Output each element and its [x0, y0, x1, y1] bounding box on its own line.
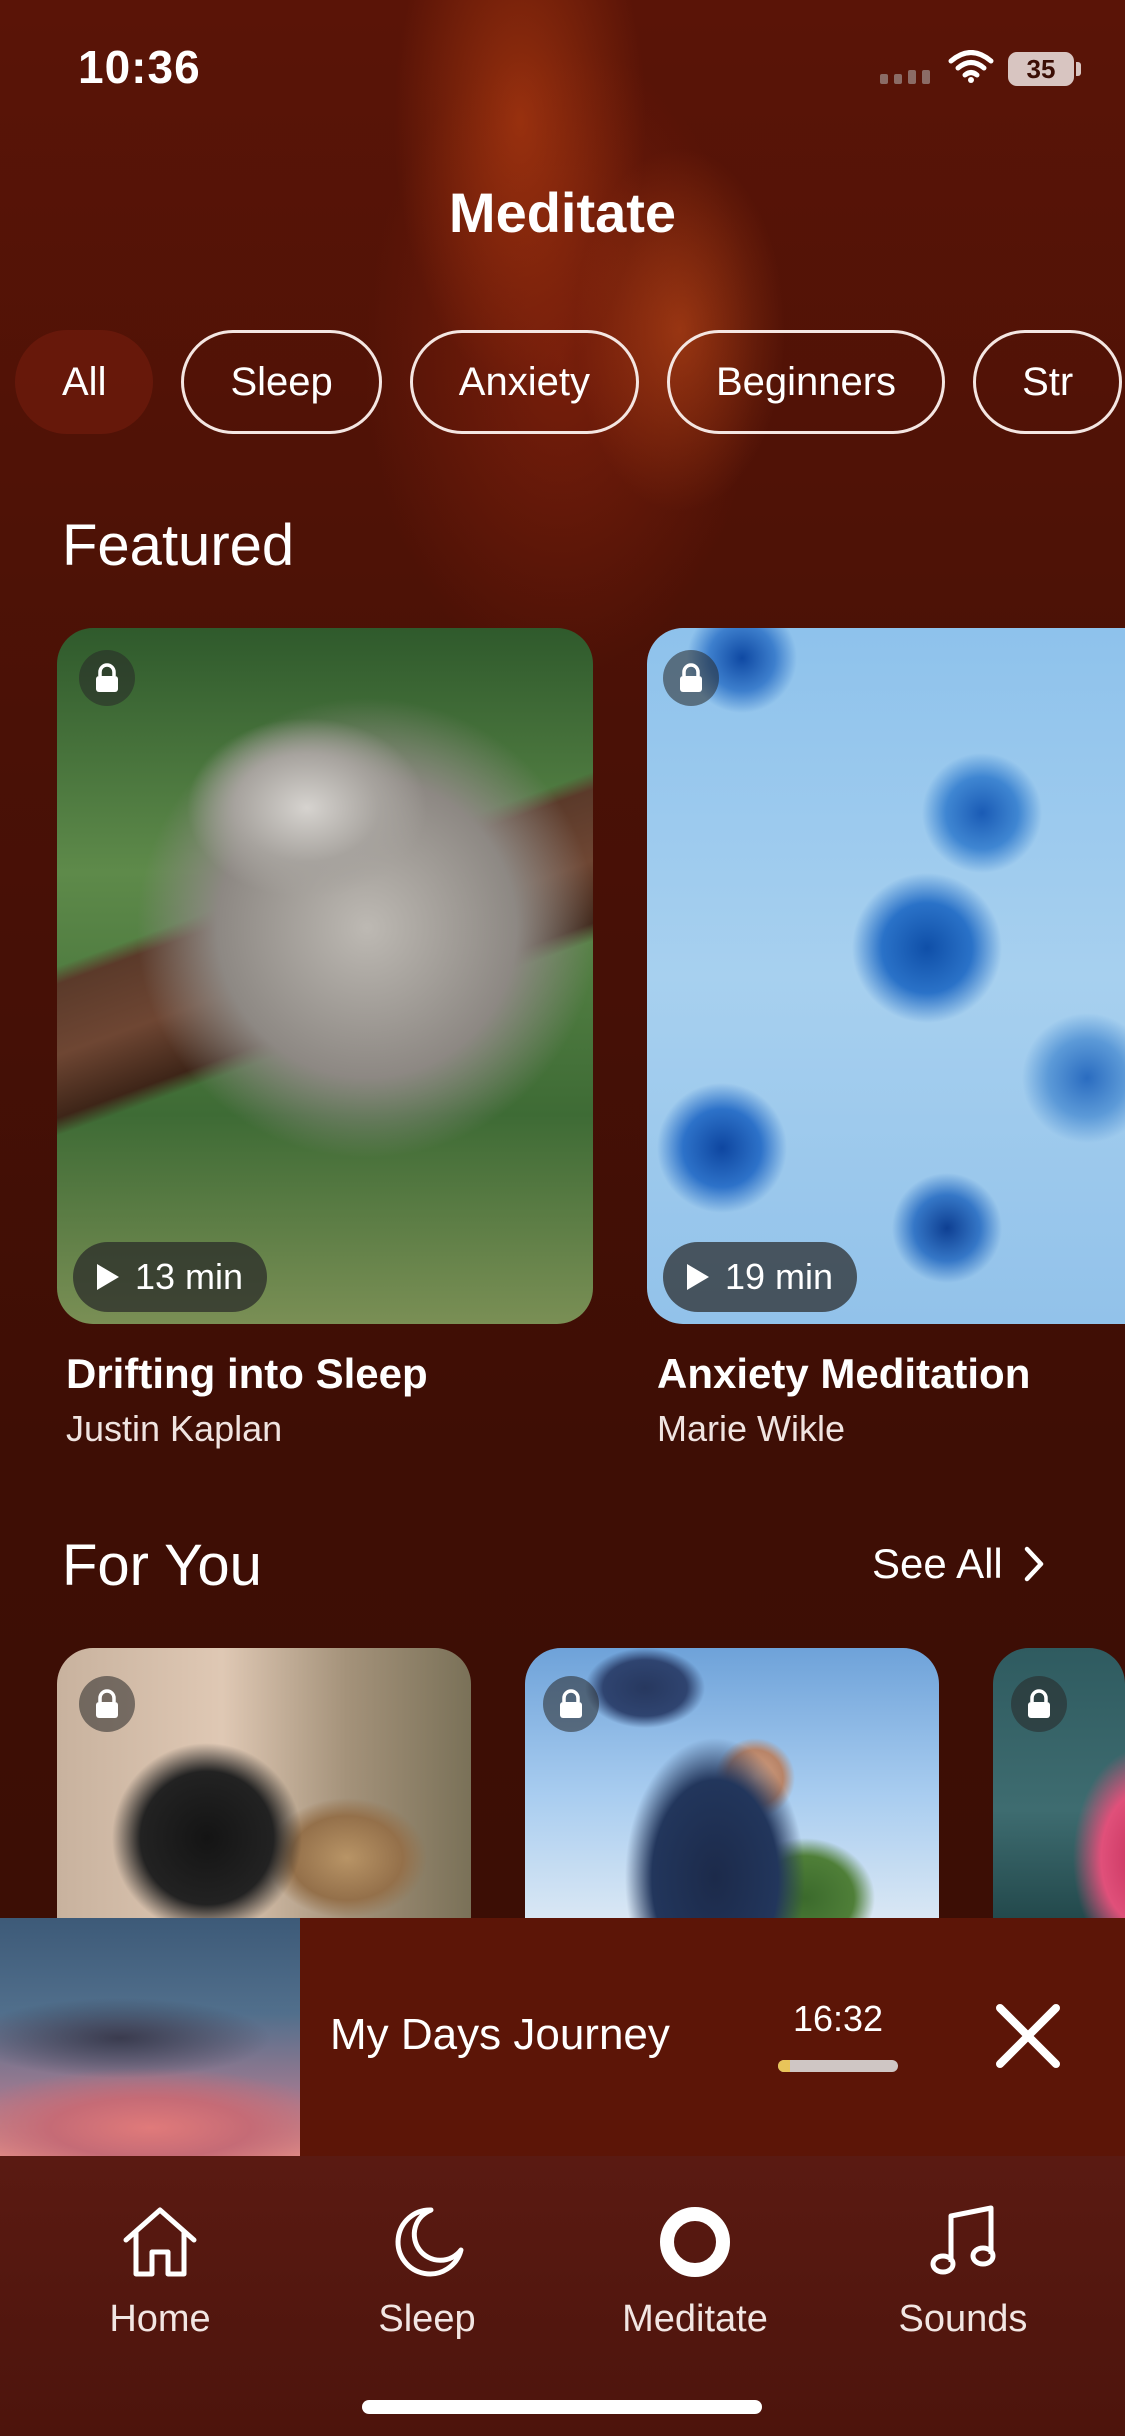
card-author: Justin Kaplan — [66, 1408, 283, 1449]
status-time: 10:36 — [78, 41, 201, 93]
tab-bar: Home Sleep Meditate Sounds — [0, 2156, 1125, 2436]
for-you-card[interactable] — [57, 1648, 471, 1918]
cellular-signal-icon — [880, 70, 930, 84]
player-time: 16:32 — [792, 1998, 884, 2039]
filter-chip-sleep[interactable]: Sleep — [181, 330, 382, 434]
mini-player[interactable]: My Days Journey 16:32 — [0, 1918, 1125, 2156]
featured-card-drifting-into-sleep[interactable]: 13 min — [57, 628, 593, 1324]
filter-chip-stress[interactable]: Str — [973, 330, 1123, 434]
battery-level: 35 — [1026, 53, 1056, 84]
featured-section-title: Featured — [62, 513, 295, 578]
tab-label: Home — [109, 2298, 211, 2340]
card-title: Anxiety Meditation — [657, 1350, 1031, 1397]
see-all-label: See All — [872, 1540, 1003, 1587]
progress-fill — [778, 2060, 790, 2072]
filter-chip-beginners[interactable]: Beginners — [666, 330, 946, 434]
page-title: Meditate — [448, 181, 677, 244]
tab-sounds[interactable]: Sounds — [863, 2200, 1063, 2341]
filter-chip-anxiety[interactable]: Anxiety — [409, 330, 639, 434]
blue-jellyfish-image — [647, 628, 1125, 1324]
music-note-icon — [930, 2205, 996, 2275]
card-author: Marie Wikle — [657, 1408, 846, 1449]
tab-label: Sounds — [898, 2298, 1028, 2340]
battery-icon: 35 — [1008, 52, 1074, 86]
circle-icon — [660, 2207, 730, 2277]
chevron-right-icon — [1024, 1546, 1044, 1582]
duration-label: 19 min — [725, 1256, 834, 1297]
see-all-link[interactable]: See All — [872, 1540, 1045, 1588]
tab-home[interactable]: Home — [60, 2200, 260, 2341]
player-progress-bar[interactable] — [778, 2060, 898, 2072]
sunset-sky-artwork — [0, 1918, 300, 2156]
battery-tip — [1076, 62, 1081, 76]
tab-label: Meditate — [622, 2298, 768, 2340]
tab-label: Sleep — [378, 2298, 476, 2340]
play-icon — [687, 1264, 709, 1290]
tab-meditate[interactable]: Meditate — [595, 2200, 795, 2341]
category-filter-bar: All Sleep Anxiety Beginners Str — [15, 330, 1125, 438]
for-you-card[interactable] — [525, 1648, 939, 1918]
wifi-icon — [948, 50, 994, 83]
duration-label: 13 min — [135, 1256, 244, 1297]
for-you-section-title: For You — [62, 1533, 262, 1598]
play-icon — [97, 1264, 119, 1290]
home-indicator — [362, 2400, 762, 2414]
duration-badge[interactable]: 19 min — [663, 1242, 858, 1312]
for-you-card[interactable] — [993, 1648, 1125, 1918]
lock-icon — [543, 1676, 599, 1732]
lock-icon — [663, 650, 719, 706]
duration-badge[interactable]: 13 min — [73, 1242, 268, 1312]
close-icon[interactable] — [990, 1998, 1066, 2074]
lock-icon — [1011, 1676, 1067, 1732]
sleeping-koala-image — [57, 628, 593, 1324]
featured-card-anxiety-meditation[interactable]: 19 min — [647, 628, 1125, 1324]
lock-icon — [79, 1676, 135, 1732]
player-track-title: My Days Journey — [330, 2010, 670, 2059]
filter-chip-all[interactable]: All — [15, 330, 154, 434]
tab-sleep[interactable]: Sleep — [327, 2200, 527, 2341]
moon-icon — [395, 2207, 464, 2277]
lock-icon — [79, 650, 135, 706]
house-icon — [123, 2207, 197, 2277]
card-title: Drifting into Sleep — [66, 1350, 428, 1397]
